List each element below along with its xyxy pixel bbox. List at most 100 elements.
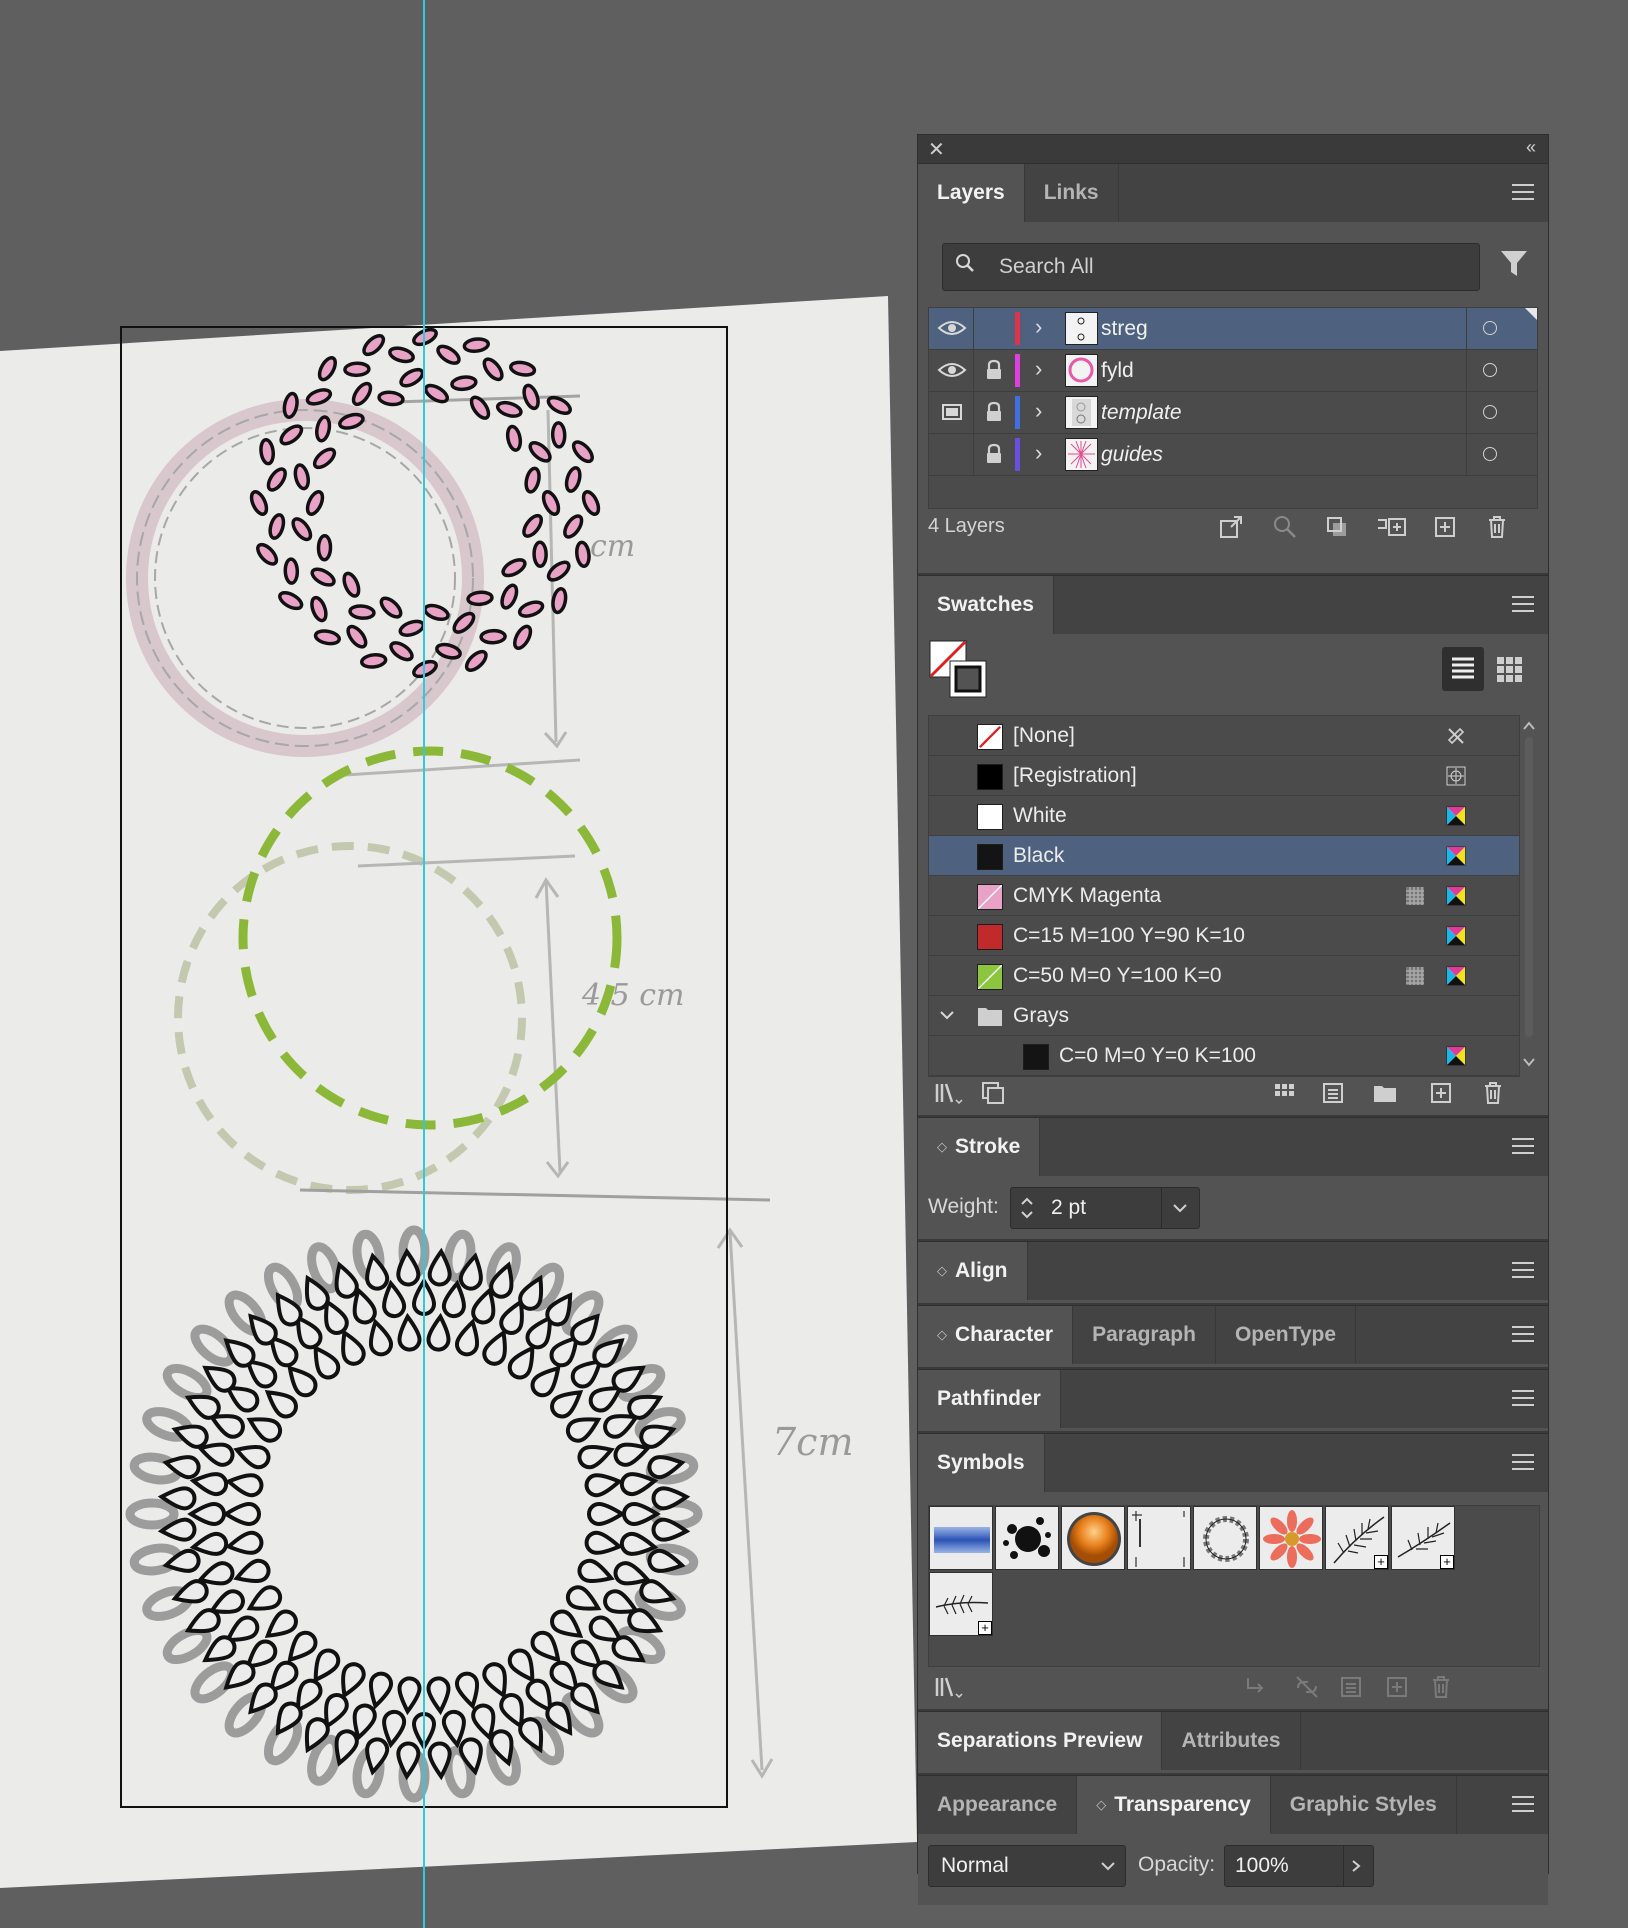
swatch-row[interactable]: C=50 M=0 Y=100 K=0 [929, 956, 1519, 996]
panel-menu-icon[interactable] [1512, 1454, 1534, 1470]
target-icon[interactable] [1483, 405, 1497, 419]
show-swatch-kinds-icon[interactable] [980, 1080, 1006, 1106]
tab-align[interactable]: ◇ Align [918, 1242, 1028, 1300]
tab-stroke[interactable]: ◇ Stroke [918, 1118, 1041, 1176]
swatches-scrollbar[interactable] [1522, 715, 1536, 1075]
clipping-mask-icon[interactable] [1324, 514, 1350, 540]
eye-icon[interactable] [937, 318, 967, 338]
tab-appearance[interactable]: Appearance [918, 1776, 1078, 1834]
panel-menu-icon[interactable] [1512, 596, 1534, 612]
tab-separations-preview[interactable]: Separations Preview [918, 1712, 1163, 1770]
swatch-row[interactable]: [None] [929, 716, 1519, 756]
opacity-field[interactable]: 100% [1224, 1845, 1374, 1887]
lock-icon[interactable] [984, 359, 1004, 381]
panel-menu-icon[interactable] [1512, 1262, 1534, 1278]
chevron-right-icon[interactable]: › [1035, 398, 1042, 424]
swatch-row[interactable]: C=15 M=100 Y=90 K=10 [929, 916, 1519, 956]
chevron-down-icon[interactable] [1171, 1200, 1189, 1216]
list-view-button[interactable] [1442, 647, 1484, 691]
target-icon[interactable] [1483, 363, 1497, 377]
collapse-panels-icon[interactable]: ‹‹ [1526, 137, 1536, 158]
layer-name[interactable]: template [1101, 401, 1182, 425]
swatch-row[interactable]: Black [929, 836, 1519, 876]
symbol-flower[interactable] [1259, 1506, 1323, 1570]
layer-row[interactable]: › template [929, 392, 1537, 434]
filter-icon[interactable] [1500, 249, 1528, 279]
chevron-right-icon[interactable]: › [1035, 356, 1042, 382]
color-group-row[interactable]: Grays [929, 996, 1519, 1036]
layer-row[interactable]: › fyld [929, 350, 1537, 392]
layer-name[interactable]: fyld [1101, 359, 1134, 383]
stroke-weight-field[interactable]: 2 pt [1010, 1187, 1200, 1229]
swatch-options-icon[interactable] [1320, 1080, 1346, 1106]
symbol-orange-button[interactable] [1061, 1506, 1125, 1570]
swatch-row[interactable]: White [929, 796, 1519, 836]
layer-row[interactable]: › streg [929, 308, 1537, 350]
new-sublayer-icon[interactable] [1376, 514, 1408, 540]
swatch-row[interactable]: [Registration] [929, 756, 1519, 796]
symbol-options-icon[interactable] [1338, 1674, 1364, 1700]
delete-layer-icon[interactable] [1484, 514, 1510, 540]
tab-attributes[interactable]: Attributes [1162, 1712, 1301, 1770]
tab-transparency[interactable]: ◇ Transparency [1077, 1776, 1271, 1834]
symbol-wreath[interactable] [1193, 1506, 1257, 1570]
tab-pathfinder[interactable]: Pathfinder [918, 1370, 1061, 1428]
panel-menu-icon[interactable] [1512, 1390, 1534, 1406]
symbol-fern-leaf[interactable]: + [1325, 1506, 1389, 1570]
new-color-group-icon[interactable] [1372, 1080, 1398, 1106]
panel-menu-icon[interactable] [1512, 1326, 1534, 1342]
export-icon[interactable] [1218, 514, 1244, 540]
chevron-right-icon[interactable]: › [1035, 440, 1042, 466]
lock-toggle[interactable] [984, 317, 1004, 339]
new-layer-icon[interactable] [1432, 514, 1458, 540]
panel-menu-icon[interactable] [1512, 184, 1534, 200]
layer-name[interactable]: guides [1101, 443, 1163, 467]
symbol-libraries-icon[interactable] [934, 1674, 966, 1700]
layer-name[interactable]: streg [1101, 317, 1148, 341]
panel-menu-icon[interactable] [1512, 1796, 1534, 1812]
tab-symbols[interactable]: Symbols [918, 1434, 1045, 1492]
visibility-toggle[interactable] [937, 444, 967, 464]
symbol-ink-splat[interactable] [995, 1506, 1059, 1570]
template-layer-icon[interactable] [937, 402, 967, 422]
tab-graphic-styles[interactable]: Graphic Styles [1271, 1776, 1457, 1834]
target-icon[interactable] [1483, 447, 1497, 461]
place-symbol-instance-icon[interactable] [1242, 1674, 1268, 1700]
swatch-row[interactable]: C=0 M=0 Y=0 K=100 [929, 1036, 1519, 1076]
dimension-label-top: cm [590, 529, 635, 564]
swatch-libraries-icon[interactable] [934, 1080, 966, 1106]
delete-swatch-icon[interactable] [1480, 1080, 1506, 1106]
stepper-icon[interactable] [1019, 1194, 1035, 1222]
tab-character[interactable]: ◇ Character [918, 1306, 1074, 1364]
new-symbol-icon[interactable] [1384, 1674, 1410, 1700]
lock-icon[interactable] [984, 443, 1004, 465]
tab-paragraph[interactable]: Paragraph [1073, 1306, 1216, 1364]
symbol-feather[interactable]: + [1391, 1506, 1455, 1570]
tab-swatches[interactable]: Swatches [918, 576, 1054, 634]
chevron-right-icon[interactable] [1347, 1858, 1365, 1874]
panel-menu-icon[interactable] [1512, 1138, 1534, 1154]
tab-links[interactable]: Links [1025, 164, 1119, 222]
blend-mode-select[interactable]: Normal [928, 1845, 1126, 1887]
fill-stroke-indicator[interactable] [928, 639, 990, 701]
tab-opentype[interactable]: OpenType [1216, 1306, 1357, 1364]
break-link-icon[interactable] [1294, 1674, 1320, 1700]
swatch-options-grid-icon[interactable] [1272, 1080, 1304, 1106]
symbol-wheat-branch[interactable]: + [929, 1572, 993, 1636]
symbol-blue-banner[interactable] [929, 1506, 993, 1570]
thumbnail-view-button[interactable] [1488, 647, 1530, 691]
swatch-row[interactable]: CMYK Magenta [929, 876, 1519, 916]
tab-layers[interactable]: Layers [918, 164, 1025, 222]
chevron-down-icon[interactable] [939, 1008, 955, 1022]
layers-search-input[interactable]: Search All [942, 243, 1480, 291]
symbol-crop-marks[interactable] [1127, 1506, 1191, 1570]
chevron-right-icon[interactable]: › [1035, 314, 1042, 340]
delete-symbol-icon[interactable] [1428, 1674, 1454, 1700]
eye-icon[interactable] [937, 360, 967, 380]
target-icon[interactable] [1483, 321, 1497, 335]
layer-row[interactable]: › guides [929, 434, 1537, 476]
new-swatch-icon[interactable] [1428, 1080, 1454, 1106]
lock-icon[interactable] [984, 401, 1004, 423]
locate-object-icon[interactable] [1272, 514, 1298, 540]
close-icon[interactable]: ✕ [928, 137, 945, 162]
